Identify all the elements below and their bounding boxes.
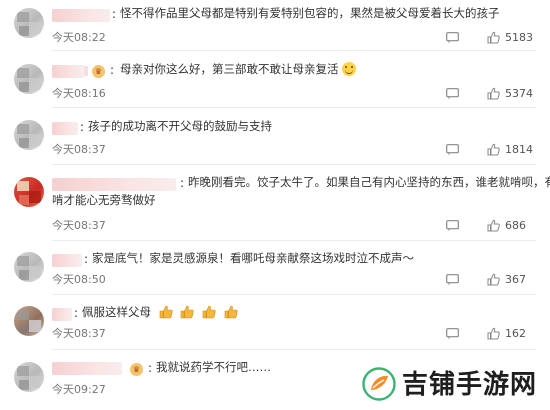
reply-icon[interactable]: [446, 328, 459, 339]
reply-icon[interactable]: [446, 220, 459, 231]
avatar[interactable]: [14, 64, 44, 94]
site-logo-icon: [362, 367, 396, 401]
avatar[interactable]: [14, 177, 44, 207]
like-count: 367: [505, 273, 526, 286]
comment-text: 家是底气！家是灵感源泉！看哪吒母亲献祭这场戏时泣不成声～: [92, 251, 414, 265]
like-thumb-icon[interactable]: [487, 87, 500, 100]
site-watermark: 吉铺手游网: [354, 364, 544, 406]
username-blurred[interactable]: [52, 122, 78, 135]
smile-emoji-icon: [341, 62, 356, 76]
comment-time: 今天08:16: [52, 87, 106, 100]
comment-time: 今天09:27: [52, 383, 106, 396]
comment-text-content: 母亲对你这么好，第三部敢不敢让母亲复活: [120, 62, 339, 76]
avatar[interactable]: [14, 306, 44, 336]
username-blurred[interactable]: [52, 9, 110, 22]
username-blurred[interactable]: [52, 254, 82, 267]
like-thumb-icon[interactable]: [487, 31, 500, 44]
reply-icon[interactable]: [446, 274, 459, 285]
username-blurred[interactable]: [52, 178, 176, 191]
divider: [52, 50, 536, 51]
comment-text: 我就说药学不行吧……: [156, 360, 271, 374]
like-thumb-icon[interactable]: [487, 143, 500, 156]
divider: [52, 164, 536, 165]
divider: [52, 349, 536, 350]
separator-colon: :: [148, 361, 153, 375]
separator-colon: :: [110, 63, 115, 77]
separator-colon: :: [112, 7, 117, 21]
divider: [52, 107, 536, 108]
separator-colon: :: [74, 306, 79, 320]
comment-text-line1: 昨晚刚看完。饺子太牛了。如果自己有内心坚持的东西，谁老就啃呗，有的: [188, 175, 550, 189]
comment-time: 今天08:50: [52, 273, 106, 286]
fan-badge-icon: ♛: [92, 65, 105, 78]
fan-badge-icon: ♛: [130, 363, 143, 376]
like-count: 162: [505, 327, 526, 340]
separator-colon: :: [80, 120, 85, 134]
divider: [52, 240, 536, 241]
comment-text: 怪不得作品里父母都是特别有爱特别包容的，果然是被父母爱着长大的孩子: [120, 6, 500, 20]
comment-text: 母亲对你这么好，第三部敢不敢让母亲复活: [120, 60, 356, 79]
like-thumb-icon[interactable]: [487, 327, 500, 340]
watermark-text: 吉铺手游网: [402, 370, 538, 400]
comment-text: 孩子的成功离不开父母的鼓励与支持: [88, 119, 272, 133]
like-thumb-icon[interactable]: [487, 273, 500, 286]
separator-colon: :: [84, 252, 89, 266]
separator-colon: :: [180, 176, 185, 190]
reply-icon[interactable]: [446, 88, 459, 99]
like-thumb-icon[interactable]: [487, 219, 500, 232]
reply-icon[interactable]: [446, 144, 459, 155]
avatar[interactable]: [14, 252, 44, 282]
avatar[interactable]: [14, 120, 44, 150]
thumbs-up-emoji-icon: [224, 305, 238, 319]
comment-time: 今天08:37: [52, 327, 106, 340]
thumbs-up-emoji-icon: [159, 305, 173, 319]
avatar[interactable]: [14, 362, 44, 392]
like-count: 686: [505, 219, 526, 232]
comment-time: 今天08:22: [52, 31, 106, 44]
like-count: 1814: [505, 143, 533, 156]
comment-time: 今天08:37: [52, 219, 106, 232]
like-count: 5183: [505, 31, 533, 44]
thumbs-up-emoji-icon: [202, 305, 216, 319]
comment-text-content: 佩服这样父母: [82, 305, 151, 319]
comment-time: 今天08:37: [52, 143, 106, 156]
username-blurred[interactable]: [52, 65, 84, 78]
comment-text: 佩服这样父母: [82, 303, 238, 322]
like-count: 5374: [505, 87, 533, 100]
divider: [52, 294, 536, 295]
avatar[interactable]: [14, 8, 44, 38]
username-blurred[interactable]: [52, 308, 72, 321]
username-blurred[interactable]: [52, 362, 122, 375]
reply-icon[interactable]: [446, 32, 459, 43]
thumbs-up-emoji-icon: [181, 305, 194, 319]
comment-text-line2: 啃才能心无旁骛做好: [52, 193, 156, 207]
